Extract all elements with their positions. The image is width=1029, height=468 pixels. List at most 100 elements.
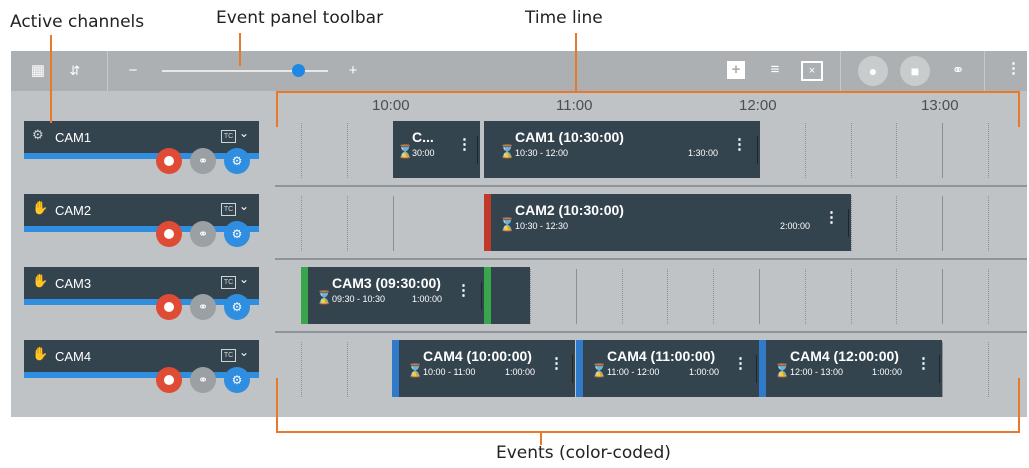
event-block[interactable]: ⌛ CAM2 (10:30:00) 10:30 - 12:30 2:00:00 … <box>484 194 851 251</box>
more-icon[interactable]: ⋮ <box>916 354 931 372</box>
resize-handle[interactable] <box>756 355 757 383</box>
grid-line <box>301 342 302 397</box>
event-block[interactable]: ⌛ CAM1 (10:30:00) 10:30 - 12:00 1:30:00 … <box>484 121 760 178</box>
row-separator <box>275 258 1027 260</box>
event-duration: 30:00 <box>412 148 435 158</box>
timecode-icon[interactable]: TC <box>221 130 236 143</box>
zoom-out-icon[interactable]: − <box>125 61 141 81</box>
more-icon[interactable]: ⋮ <box>824 208 839 226</box>
grid-line <box>301 196 302 251</box>
event-block[interactable]: ⌛ C... 30:00 ⋮ <box>393 121 480 178</box>
timecode-icon[interactable]: TC <box>221 349 236 362</box>
chevron-down-icon[interactable]: ⌄ <box>239 272 249 286</box>
hand-icon: ✋ <box>32 346 49 361</box>
settings-button[interactable]: ⚙ <box>224 294 250 320</box>
row-separator <box>275 185 1027 187</box>
resize-handle[interactable] <box>939 355 940 383</box>
channel-card-cam1[interactable]: ⚙ CAM1 TC ⌄ <box>24 121 259 159</box>
event-block[interactable]: ⌛ CAM3 (09:30:00) 09:30 - 10:30 1:00:00 … <box>301 267 484 324</box>
timeline-bracket-right <box>1018 91 1020 127</box>
timeline-bracket <box>276 91 1020 93</box>
stop-all-icon[interactable]: ■ <box>900 56 930 86</box>
event-title: CAM4 (11:00:00) <box>607 348 716 364</box>
more-icon[interactable]: ⋮ <box>456 281 471 299</box>
event-color-marker <box>301 267 308 324</box>
grid-line <box>942 342 943 397</box>
event-block[interactable]: ⌛ CAM4 (11:00:00) 11:00 - 12:00 1:00:00 … <box>576 340 759 397</box>
event-time-range: 12:00 - 13:00 <box>790 367 844 377</box>
resize-handle[interactable] <box>848 209 849 237</box>
link-button[interactable]: ⚭ <box>190 367 216 393</box>
more-icon[interactable]: ⋮ <box>733 354 748 372</box>
record-button[interactable] <box>156 148 182 174</box>
event-duration: 2:00:00 <box>780 221 811 231</box>
zoom-in-icon[interactable]: + <box>345 61 361 81</box>
timeline-tick: 13:00 <box>921 97 959 114</box>
record-all-icon[interactable]: ● <box>858 56 888 86</box>
event-block[interactable]: ⌛ CAM4 (10:00:00) 10:00 - 11:00 1:00:00 … <box>392 340 575 397</box>
channel-layout-icon[interactable]: ▦ <box>27 61 49 81</box>
timecode-icon[interactable]: TC <box>221 276 236 289</box>
settings-button[interactable]: ⚙ <box>224 367 250 393</box>
grid-line <box>942 196 943 251</box>
record-button[interactable] <box>156 367 182 393</box>
chevron-down-icon[interactable]: ⌄ <box>239 126 249 140</box>
grid-line <box>347 123 348 178</box>
event-title: CAM4 (10:00:00) <box>423 348 532 364</box>
grid-line <box>851 196 852 251</box>
chevron-down-icon[interactable]: ⌄ <box>239 199 249 213</box>
grid-line <box>805 269 806 324</box>
resize-handle[interactable] <box>757 136 758 164</box>
link-button[interactable]: ⚭ <box>190 294 216 320</box>
event-block[interactable]: ⌛ CAM4 (12:00:00) 12:00 - 13:00 1:00:00 … <box>759 340 942 397</box>
channel-card-cam3[interactable]: ✋ CAM3 TC ⌄ <box>24 267 259 305</box>
event-color-marker <box>576 340 583 397</box>
link-icon[interactable]: ⚭ <box>947 61 969 81</box>
event-panel: ▦ ⇵ − + + ≡ × ● ■ ⚭ ⋮ 10:00 11:00 12:00 … <box>11 51 1027 417</box>
timecode-icon[interactable]: TC <box>221 203 236 216</box>
channel-card-cam2[interactable]: ✋ CAM2 TC ⌄ <box>24 194 259 232</box>
toolbar-divider <box>984 51 985 91</box>
annotation-toolbar: Event panel toolbar <box>216 8 384 28</box>
record-button[interactable] <box>156 221 182 247</box>
expand-collapse-icon[interactable]: ⇵ <box>67 61 83 81</box>
events-bracket-left <box>276 378 278 433</box>
grid-line <box>759 269 760 324</box>
grid-line <box>942 269 943 324</box>
channel-card-cam4[interactable]: ✋ CAM4 TC ⌄ <box>24 340 259 378</box>
hand-icon: ✋ <box>32 200 49 215</box>
link-button[interactable]: ⚭ <box>190 221 216 247</box>
add-event-icon[interactable]: + <box>727 61 745 79</box>
calendar-clear-icon[interactable]: × <box>801 61 823 81</box>
event-title: C... <box>412 129 434 145</box>
hourglass-icon: ⌛ <box>316 290 333 305</box>
resize-handle[interactable] <box>481 282 482 310</box>
event-time-range: 09:30 - 10:30 <box>332 294 386 304</box>
event-duration: 1:00:00 <box>872 367 903 377</box>
settings-button[interactable]: ⚙ <box>224 148 250 174</box>
annotation-leader-timeline <box>575 33 577 92</box>
resize-handle[interactable] <box>477 136 478 164</box>
hourglass-icon: ⌛ <box>499 144 516 159</box>
channel-name: CAM1 <box>55 130 92 145</box>
more-icon[interactable]: ⋮ <box>1006 59 1021 79</box>
zoom-slider-handle[interactable] <box>292 64 305 77</box>
event-block[interactable] <box>484 267 530 324</box>
channel-name: CAM3 <box>55 276 92 291</box>
grid-line <box>896 269 897 324</box>
more-icon[interactable]: ⋮ <box>457 135 472 153</box>
event-title: CAM1 (10:30:00) <box>515 129 624 145</box>
hand-icon: ✋ <box>32 273 49 288</box>
grid-line <box>805 123 806 178</box>
chevron-down-icon[interactable]: ⌄ <box>239 345 249 359</box>
filter-icon[interactable]: ≡ <box>765 60 785 80</box>
link-button[interactable]: ⚭ <box>190 148 216 174</box>
more-icon[interactable]: ⋮ <box>732 135 747 153</box>
settings-button[interactable]: ⚙ <box>224 221 250 247</box>
more-icon[interactable]: ⋮ <box>549 354 564 372</box>
record-button[interactable] <box>156 294 182 320</box>
events-bracket-right <box>1018 378 1020 433</box>
grid-line <box>347 196 348 251</box>
resize-handle[interactable] <box>572 355 573 383</box>
event-panel-toolbar: ▦ ⇵ − + + ≡ × ● ■ ⚭ ⋮ <box>11 51 1027 91</box>
